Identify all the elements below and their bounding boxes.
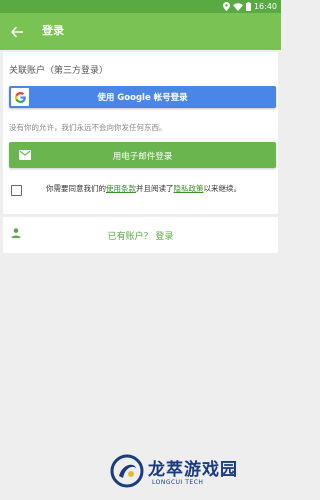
back-button[interactable] bbox=[8, 23, 26, 41]
status-bar: 16:40 bbox=[0, 0, 281, 13]
terms-prefix: 你需要同意我们的 bbox=[46, 184, 106, 193]
wifi-icon bbox=[232, 2, 243, 11]
status-icons: 16:40 bbox=[222, 1, 277, 12]
privacy-note: 没有你的允许，我们永远不会向你发任何东西。 bbox=[9, 123, 167, 132]
watermark-title: 龙萃游戏园 bbox=[148, 460, 238, 480]
watermark-subtitle: LONGCUI TECH bbox=[152, 479, 204, 486]
email-button-label: 用电子邮件登录 bbox=[112, 152, 173, 162]
email-login-button[interactable]: 用电子邮件登录 bbox=[9, 142, 276, 168]
terms-of-use-link[interactable]: 使用条款 bbox=[106, 184, 136, 193]
terms-middle: 并且阅读了 bbox=[136, 184, 174, 193]
google-button-label: 使用 Google 帐号登录 bbox=[97, 93, 188, 103]
page-title: 登录 bbox=[42, 24, 64, 37]
battery-icon bbox=[245, 2, 251, 11]
location-icon bbox=[222, 2, 230, 11]
existing-account-login-link[interactable]: 已有账户？ 登录 bbox=[3, 229, 278, 242]
terms-text: 你需要同意我们的使用条款并且阅读了隐私政策以来继续。 bbox=[46, 183, 241, 194]
app-bar: 登录 bbox=[0, 13, 281, 50]
watermark-logo-icon bbox=[110, 454, 144, 488]
section-label: 关联账户（第三方登录） bbox=[9, 66, 109, 76]
terms-suffix: 以来继续。 bbox=[203, 184, 242, 193]
status-time: 16:40 bbox=[253, 2, 277, 11]
login-options-card: 关联账户（第三方登录） 使用 Google 帐号登录 没有你的允许，我们永远不会… bbox=[3, 52, 278, 214]
google-login-button[interactable]: 使用 Google 帐号登录 bbox=[9, 86, 276, 108]
privacy-policy-link[interactable]: 隐私政策 bbox=[174, 184, 204, 193]
arrow-back-icon bbox=[11, 27, 23, 37]
terms-checkbox[interactable] bbox=[11, 185, 22, 196]
existing-account-card[interactable]: 已有账户？ 登录 bbox=[3, 217, 278, 253]
watermark: 龙萃游戏园 LONGCUI TECH bbox=[110, 450, 270, 495]
